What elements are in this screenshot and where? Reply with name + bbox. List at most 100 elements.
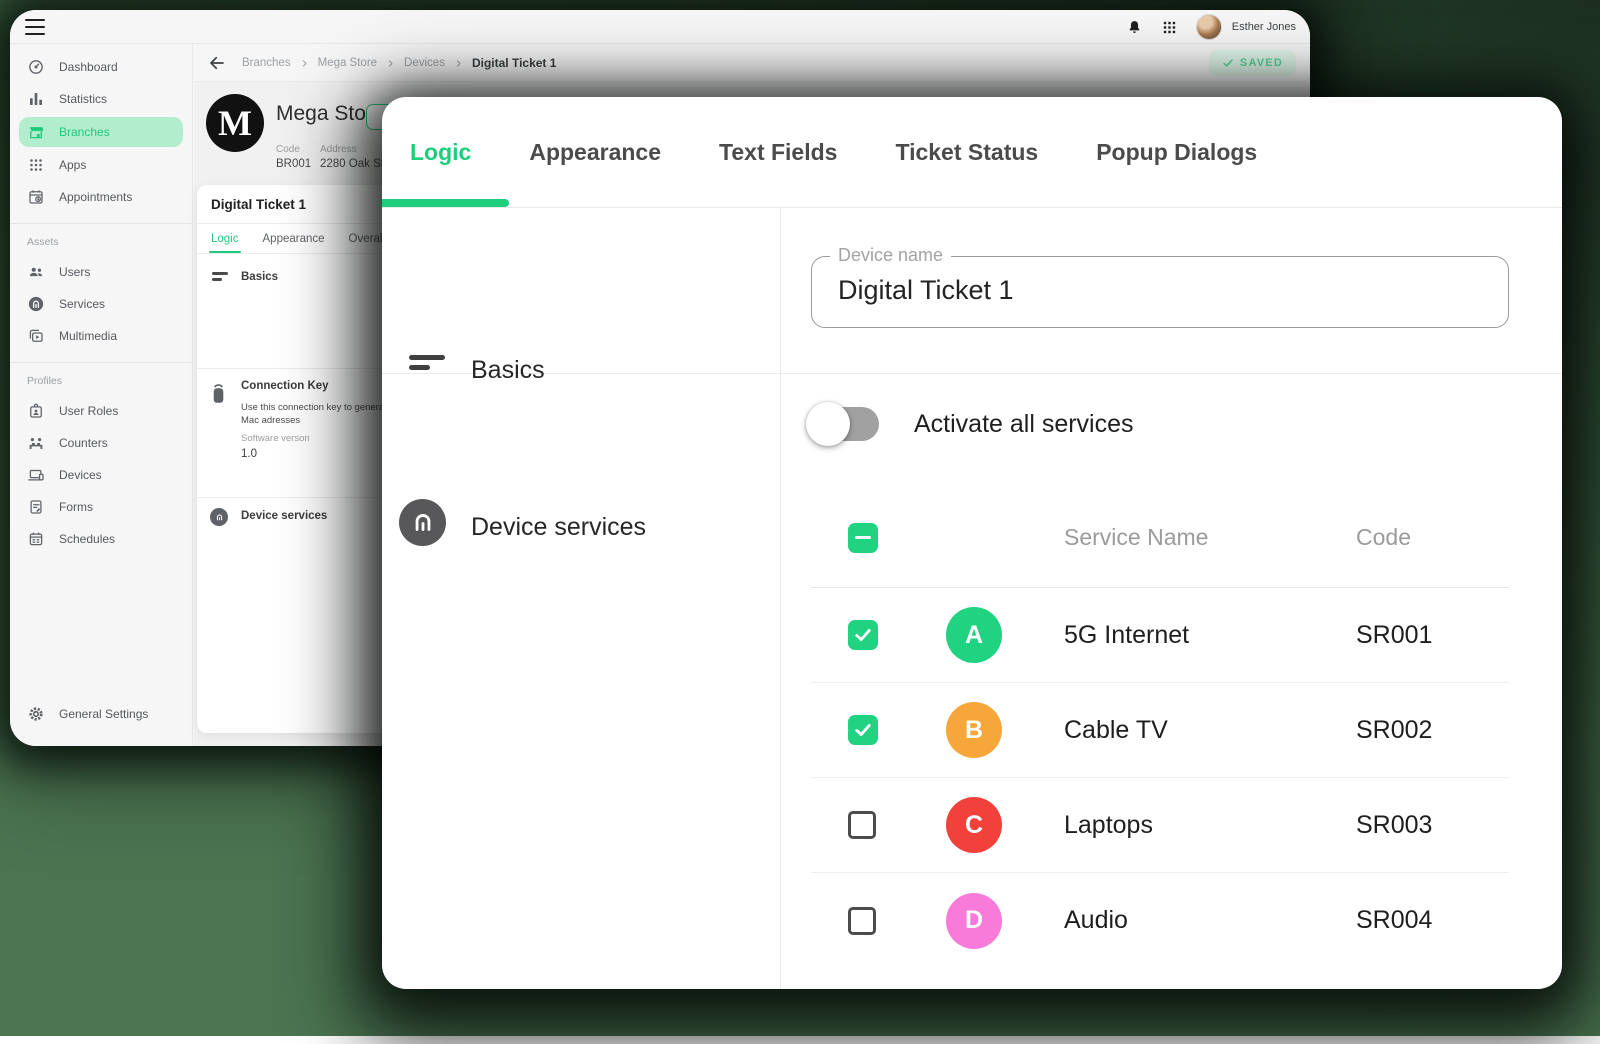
panel-tab-logic[interactable]: Logic <box>209 224 240 253</box>
services-table: Service Name Code A 5G Internet SR001 B Cabl… <box>811 488 1509 968</box>
service-checkbox-laptops[interactable] <box>848 811 876 839</box>
modal-tab-appearance[interactable]: Appearance <box>529 139 661 166</box>
breadcrumb: Branches Mega Store Devices Digital Ticket … <box>242 56 556 70</box>
service-avatar-cable-tv: B <box>946 702 1002 758</box>
sidebar-item-dashboard[interactable]: Dashboard <box>10 51 192 83</box>
basics-section-label: Basics <box>471 356 545 384</box>
panel-tab-appearance[interactable]: Appearance <box>263 224 325 253</box>
sidebar-item-counters[interactable]: Counters <box>10 427 192 459</box>
device-services-icon <box>399 499 446 546</box>
modal-tab-text-fields[interactable]: Text Fields <box>719 139 837 166</box>
settings-icon <box>27 705 45 723</box>
sidebar-item-label: User Roles <box>59 404 119 418</box>
users-icon <box>27 263 45 281</box>
device-settings-modal: Logic Appearance Text Fields Ticket Status P… <box>382 97 1562 989</box>
select-all-checkbox[interactable] <box>848 522 878 553</box>
service-code: SR003 <box>1356 810 1433 839</box>
breadcrumb-bar: Branches Mega Store Devices Digital Ticket … <box>194 45 1310 82</box>
counters-icon <box>27 434 45 452</box>
service-name: Laptops <box>1064 810 1153 839</box>
appointments-icon <box>27 188 45 206</box>
service-checkbox-5g-internet[interactable] <box>848 620 878 650</box>
service-code: SR001 <box>1356 620 1433 649</box>
service-avatar-laptops: C <box>946 797 1002 853</box>
service-checkbox-audio[interactable] <box>848 906 876 935</box>
sidebar-item-branches[interactable]: Branches <box>19 117 183 147</box>
service-row-5g-internet: A 5G Internet SR001 <box>811 588 1509 683</box>
service-row-audio: D Audio SR004 <box>811 873 1509 968</box>
device-services-icon <box>210 508 228 526</box>
apps-grid-icon[interactable] <box>1161 19 1178 36</box>
sidebar-item-user-roles[interactable]: User Roles <box>10 395 192 427</box>
sidebar-item-label: Dashboard <box>59 60 118 74</box>
modal-tabs: Logic Appearance Text Fields Ticket Status P… <box>382 97 1562 207</box>
breadcrumb-item-mega-store[interactable]: Mega Store <box>318 57 377 69</box>
chevron-right-icon <box>454 59 463 68</box>
sidebar-item-users[interactable]: Users <box>10 256 192 288</box>
sidebar-item-forms[interactable]: Forms <box>10 491 192 523</box>
user-avatar[interactable] <box>1195 14 1222 40</box>
active-tab-underline <box>382 199 509 207</box>
sidebar-item-label: Branches <box>59 125 110 139</box>
modal-tab-popup-dialogs[interactable]: Popup Dialogs <box>1096 139 1257 166</box>
sidebar-item-label: Multimedia <box>59 329 118 343</box>
device-name-input[interactable]: Device name Digital Ticket 1 <box>811 245 1509 328</box>
sidebar-section-divider <box>10 362 192 363</box>
indeterminate-icon <box>855 535 871 540</box>
services-table-body: A 5G Internet SR001 B Cable TV SR002 C Laptops S… <box>811 588 1509 968</box>
sidebar-item-label: Services <box>59 297 106 311</box>
sidebar-item-general-settings[interactable]: General Settings <box>10 698 192 730</box>
service-code: SR004 <box>1356 906 1433 934</box>
menu-icon[interactable] <box>25 19 45 35</box>
breadcrumb-item-devices[interactable]: Devices <box>404 57 445 69</box>
chevron-right-icon <box>386 59 395 68</box>
connection-key-icon <box>210 381 227 405</box>
services-table-header: Service Name Code <box>811 488 1509 588</box>
sidebar-section-header-assets: Assets <box>27 236 59 248</box>
sidebar-item-label: General Settings <box>59 707 149 721</box>
sidebar-item-label: Forms <box>59 500 93 514</box>
sidebar-item-services[interactable]: Services <box>10 288 192 320</box>
bell-icon[interactable] <box>1126 19 1143 36</box>
dashboard-icon <box>27 58 45 76</box>
store-code-value: BR001 <box>276 158 312 170</box>
sidebar-item-label: Statistics <box>59 92 108 106</box>
back-arrow-icon[interactable] <box>208 54 226 72</box>
software-version-label: Software verson <box>241 433 310 444</box>
apps-icon <box>27 156 45 174</box>
sidebar-item-label: Users <box>59 265 91 279</box>
sidebar-item-multimedia[interactable]: Multimedia <box>10 320 192 352</box>
ticket-panel-title: Digital Ticket 1 <box>211 197 307 212</box>
sidebar-item-label: Appointments <box>59 190 133 204</box>
check-icon <box>1223 59 1233 67</box>
bottom-strip <box>0 1036 1600 1044</box>
sidebar-section-header-profiles: Profiles <box>27 375 63 387</box>
sidebar-item-appointments[interactable]: Appointments <box>10 181 192 213</box>
breadcrumb-item-branches[interactable]: Branches <box>242 57 291 69</box>
store-address-label: Address <box>320 144 357 155</box>
activate-all-services-label: Activate all services <box>914 410 1134 438</box>
sidebar-item-schedules[interactable]: Schedules <box>10 523 192 555</box>
column-header-service-name: Service Name <box>1064 524 1209 550</box>
modal-tab-ticket-status[interactable]: Ticket Status <box>895 139 1038 166</box>
sidebar-item-statistics[interactable]: Statistics <box>10 83 192 115</box>
chevron-right-icon <box>300 59 309 68</box>
service-checkbox-cable-tv[interactable] <box>848 715 878 745</box>
sidebar-item-devices[interactable]: Devices <box>10 459 192 491</box>
devices-icon <box>27 466 45 484</box>
basics-icon <box>409 355 445 375</box>
device-name-label: Device name <box>830 245 952 266</box>
user-name: Esther Jones <box>1231 21 1296 33</box>
multimedia-icon <box>27 327 45 345</box>
service-avatar-5g-internet: A <box>946 607 1002 663</box>
forms-icon <box>27 498 45 516</box>
sidebar-section-divider <box>10 223 192 224</box>
saved-label: SAVED <box>1239 57 1283 69</box>
branches-icon <box>27 123 45 141</box>
modal-tab-logic[interactable]: Logic <box>410 139 471 166</box>
activate-all-services-toggle[interactable] <box>806 402 883 446</box>
top-bar: Esther Jones <box>10 10 1310 44</box>
store-code-label: Code <box>276 144 300 155</box>
sidebar-item-apps[interactable]: Apps <box>10 149 192 181</box>
sidebar-nav: Dashboard Statistics Branches Apps Appointme… <box>10 51 192 555</box>
